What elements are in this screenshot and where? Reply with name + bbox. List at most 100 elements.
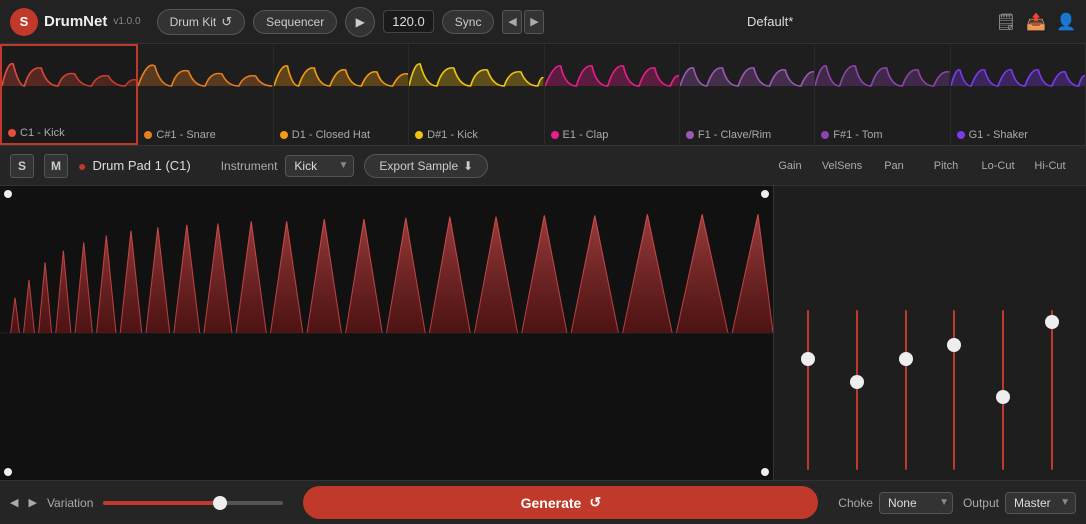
gain-slider-track[interactable] — [807, 310, 809, 470]
pad-dot-f1 — [686, 131, 694, 139]
waveform-handle-bl[interactable] — [4, 468, 12, 476]
locut-label: Lo-Cut — [972, 160, 1024, 172]
pitch-slider-thumb[interactable] — [947, 338, 961, 352]
velsens-slider-thumb[interactable] — [850, 375, 864, 389]
pan-slider-col — [905, 196, 907, 480]
main-area — [0, 186, 1086, 480]
output-select[interactable]: Master Bus 1 Bus 2 — [1005, 492, 1076, 514]
locut-slider-col — [1002, 196, 1004, 480]
generate-spin-icon: ↺ — [589, 494, 601, 511]
instrument-bar: S M ● Drum Pad 1 (C1) Instrument Kick Sn… — [0, 146, 1086, 186]
pad-label-ds1: D#1 - Kick — [409, 127, 543, 145]
pad-waveform-fs1 — [815, 44, 949, 127]
output-label: Output — [963, 496, 999, 510]
velsens-slider-col — [856, 196, 858, 480]
pad-cell-e1[interactable]: E1 - Clap — [545, 44, 680, 145]
choke-select[interactable]: None Group 1 Group 2 — [879, 492, 953, 514]
sequencer-button[interactable]: Sequencer — [253, 10, 337, 34]
waveform-handle-tl[interactable] — [4, 190, 12, 198]
pad-name-fs1: F#1 - Tom — [833, 129, 882, 141]
sync-label: Sync — [455, 15, 482, 29]
generate-label: Generate — [521, 495, 582, 511]
user-icon[interactable]: 👤 — [1056, 12, 1076, 32]
export-sample-button[interactable]: Export Sample ⬇ — [364, 154, 488, 178]
gain-label: Gain — [764, 160, 816, 172]
choke-section: Choke None Group 1 Group 2 ▼ — [838, 492, 953, 514]
waveform-editor[interactable] — [0, 186, 774, 480]
topbar: S DrumNet v1.0.0 Drum Kit ↺ Sequencer ▶ … — [0, 0, 1086, 44]
pad-cell-fs1[interactable]: F#1 - Tom — [815, 44, 950, 145]
export-icon: ⬇ — [463, 159, 473, 173]
generate-button[interactable]: Generate ↺ — [303, 486, 818, 519]
variation-slider-thumb[interactable] — [213, 496, 227, 510]
bottom-bar: ◀ ▶ Variation Generate ↺ Choke None Grou… — [0, 480, 1086, 524]
pad-cell-cs1[interactable]: C#1 - Snare — [138, 44, 273, 145]
play-button[interactable]: ▶ — [345, 7, 375, 37]
pad-waveform-g1 — [951, 44, 1085, 127]
pad-name-c1: C1 - Kick — [20, 127, 65, 139]
pad-name-d1: D1 - Closed Hat — [292, 129, 370, 141]
pad-label-e1: E1 - Clap — [545, 127, 679, 145]
waveform-handle-tr[interactable] — [761, 190, 769, 198]
bpm-display[interactable]: 120.0 — [383, 10, 434, 33]
record-dot: ● — [78, 158, 86, 174]
drum-pad-info: ● Drum Pad 1 (C1) — [78, 158, 191, 174]
choke-label: Choke — [838, 496, 873, 510]
export-sample-label: Export Sample — [379, 159, 458, 173]
gain-slider-thumb[interactable] — [801, 352, 815, 366]
pan-slider-thumb[interactable] — [899, 352, 913, 366]
pad-name-e1: E1 - Clap — [563, 129, 609, 141]
variation-slider[interactable] — [103, 501, 283, 505]
next-variation-arrow[interactable]: ▶ — [28, 496, 36, 509]
hicut-slider-thumb[interactable] — [1045, 315, 1059, 329]
sync-button[interactable]: Sync — [442, 10, 495, 34]
play-icon: ▶ — [356, 15, 365, 29]
sliders-panel — [774, 186, 1086, 480]
hicut-slider-track[interactable] — [1051, 310, 1053, 470]
pad-cell-c1[interactable]: C1 - Kick — [0, 44, 138, 145]
instrument-select-wrapper: Kick Snare Hi-Hat Clap ▼ — [285, 155, 354, 177]
locut-slider-track[interactable] — [1002, 310, 1004, 470]
pad-dot-e1 — [551, 131, 559, 139]
pad-waveform-c1 — [2, 46, 136, 125]
topbar-icons: 🗒 📤 👤 — [996, 12, 1076, 32]
app-title: DrumNet — [44, 13, 107, 30]
save-icon[interactable]: 🗒 — [996, 12, 1016, 32]
pad-dot-c1 — [8, 129, 16, 137]
pad-label-d1: D1 - Closed Hat — [274, 127, 408, 145]
pad-cell-g1[interactable]: G1 - Shaker — [951, 44, 1086, 145]
output-section: Output Master Bus 1 Bus 2 ▼ — [963, 492, 1076, 514]
pad-dot-ds1 — [415, 131, 423, 139]
instrument-select[interactable]: Kick Snare Hi-Hat Clap — [285, 155, 354, 177]
pad-waveform-ds1 — [409, 44, 543, 127]
pad-cell-f1[interactable]: F1 - Clave/Rim — [680, 44, 815, 145]
output-select-wrapper: Master Bus 1 Bus 2 ▼ — [1005, 492, 1076, 514]
pad-name-f1: F1 - Clave/Rim — [698, 129, 771, 141]
controls-labels: Gain VelSens Pan Pitch Lo-Cut Hi-Cut — [764, 160, 1076, 172]
pad-strip: C1 - Kick C#1 - Snare D1 - Closed Hat — [0, 44, 1086, 146]
pad-cell-d1[interactable]: D1 - Closed Hat — [274, 44, 409, 145]
pitch-slider-track[interactable] — [953, 310, 955, 470]
pad-waveform-f1 — [680, 44, 814, 127]
next-arrow[interactable]: ▶ — [524, 10, 544, 34]
prev-variation-arrow[interactable]: ◀ — [10, 496, 18, 509]
waveform-handle-br[interactable] — [761, 468, 769, 476]
logo-icon: S — [10, 8, 38, 36]
locut-slider-thumb[interactable] — [996, 390, 1010, 404]
pan-label: Pan — [868, 160, 920, 172]
hicut-slider-col — [1051, 196, 1053, 480]
pad-dot-fs1 — [821, 131, 829, 139]
drum-kit-button[interactable]: Drum Kit ↺ — [157, 9, 246, 35]
pad-cell-ds1[interactable]: D#1 - Kick — [409, 44, 544, 145]
pad-label-g1: G1 - Shaker — [951, 127, 1085, 145]
pad-label-f1: F1 - Clave/Rim — [680, 127, 814, 145]
velsens-slider-track[interactable] — [856, 310, 858, 470]
pad-waveform-cs1 — [138, 44, 272, 127]
prev-arrow[interactable]: ◀ — [502, 10, 522, 34]
s-button[interactable]: S — [10, 154, 34, 178]
sliders-row — [774, 196, 1086, 480]
pad-dot-g1 — [957, 131, 965, 139]
export-icon[interactable]: 📤 — [1026, 12, 1046, 32]
m-button[interactable]: M — [44, 154, 68, 178]
pan-slider-track[interactable] — [905, 310, 907, 470]
